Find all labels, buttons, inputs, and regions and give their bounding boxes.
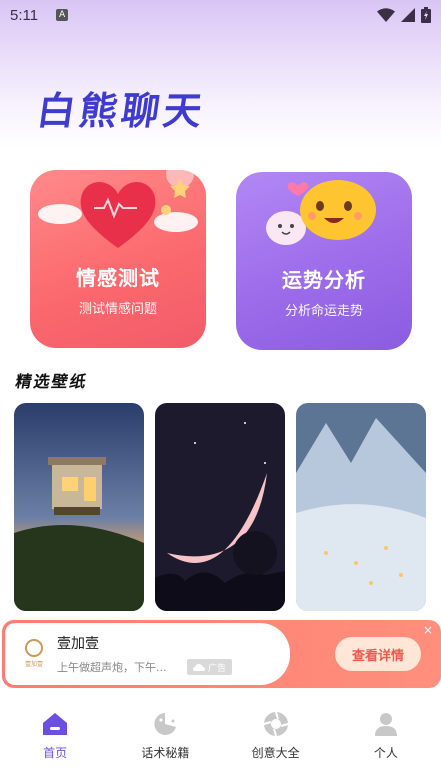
tab-profile-label: 个人: [373, 746, 398, 760]
status-bar: 5:11 A: [0, 0, 441, 30]
aperture-icon: [262, 710, 290, 738]
tab-creative-label: 创意大全: [251, 746, 300, 760]
app-title: 白熊聊天: [34, 88, 209, 133]
ad-badge: 广告: [187, 659, 233, 675]
ad-banner[interactable]: 壹加壹 壹加壹 上午做超声炮，下午... 广告 查看详情 ×: [2, 620, 441, 688]
wallpaper-image: [296, 403, 426, 611]
emotion-test-title: 情感测试: [76, 266, 160, 290]
winged-heart-icon: [38, 170, 198, 248]
notification-a-icon: A: [56, 9, 69, 21]
ad-content: 壹加壹 壹加壹 上午做超声炮，下午... 广告: [5, 623, 290, 685]
wallpaper-image: [155, 403, 285, 611]
brand-logo-icon: [25, 639, 43, 657]
ad-description: 上午做超声炮，下午...: [57, 661, 167, 674]
pacman-chat-icon: [151, 710, 179, 738]
home-icon: [41, 710, 69, 738]
ad-title: 壹加壹: [57, 636, 99, 652]
wallpaper-crescent-moon[interactable]: [155, 403, 285, 611]
signal-icon: [401, 8, 415, 22]
wallpaper-image: [14, 403, 144, 611]
fortune-analysis-subtitle: 分析命运走势: [284, 304, 363, 319]
ad-badge-label: 广告: [208, 663, 227, 674]
tab-home-label: 首页: [43, 746, 68, 760]
close-icon[interactable]: ×: [423, 624, 433, 636]
tab-profile[interactable]: 个人: [331, 700, 441, 784]
emotion-test-card[interactable]: 情感测试 测试情感问题: [30, 170, 206, 348]
fortune-analysis-card[interactable]: 运势分析 分析命运走势: [236, 172, 412, 350]
wallpaper-snowy-town[interactable]: [296, 403, 426, 611]
ad-brand-logo: 壹加壹: [21, 639, 47, 671]
tab-scripts[interactable]: 话术秘籍: [110, 700, 220, 784]
person-icon: [372, 710, 400, 738]
tab-scripts-label: 话术秘籍: [141, 746, 190, 760]
wallpaper-house-at-dusk[interactable]: [14, 403, 144, 611]
emotion-test-subtitle: 测试情感问题: [78, 302, 157, 317]
fortune-analysis-title: 运势分析: [282, 268, 366, 292]
cloud-icon: [193, 663, 205, 671]
wallpapers-section-title: 精选壁纸: [14, 372, 90, 391]
tab-home[interactable]: 首页: [0, 700, 110, 784]
battery-icon: [421, 7, 431, 23]
bottom-tab-bar: 首页 话术秘籍 创意大全 个人: [0, 700, 441, 784]
status-time: 5:11: [10, 6, 39, 24]
status-icons: [377, 7, 431, 23]
tab-creative[interactable]: 创意大全: [221, 700, 331, 784]
wifi-icon: [377, 8, 395, 22]
ad-brand-logo-text: 壹加壹: [24, 661, 43, 668]
emoji-bubbles-icon: [266, 180, 376, 245]
view-details-button[interactable]: 查看详情: [335, 637, 421, 671]
